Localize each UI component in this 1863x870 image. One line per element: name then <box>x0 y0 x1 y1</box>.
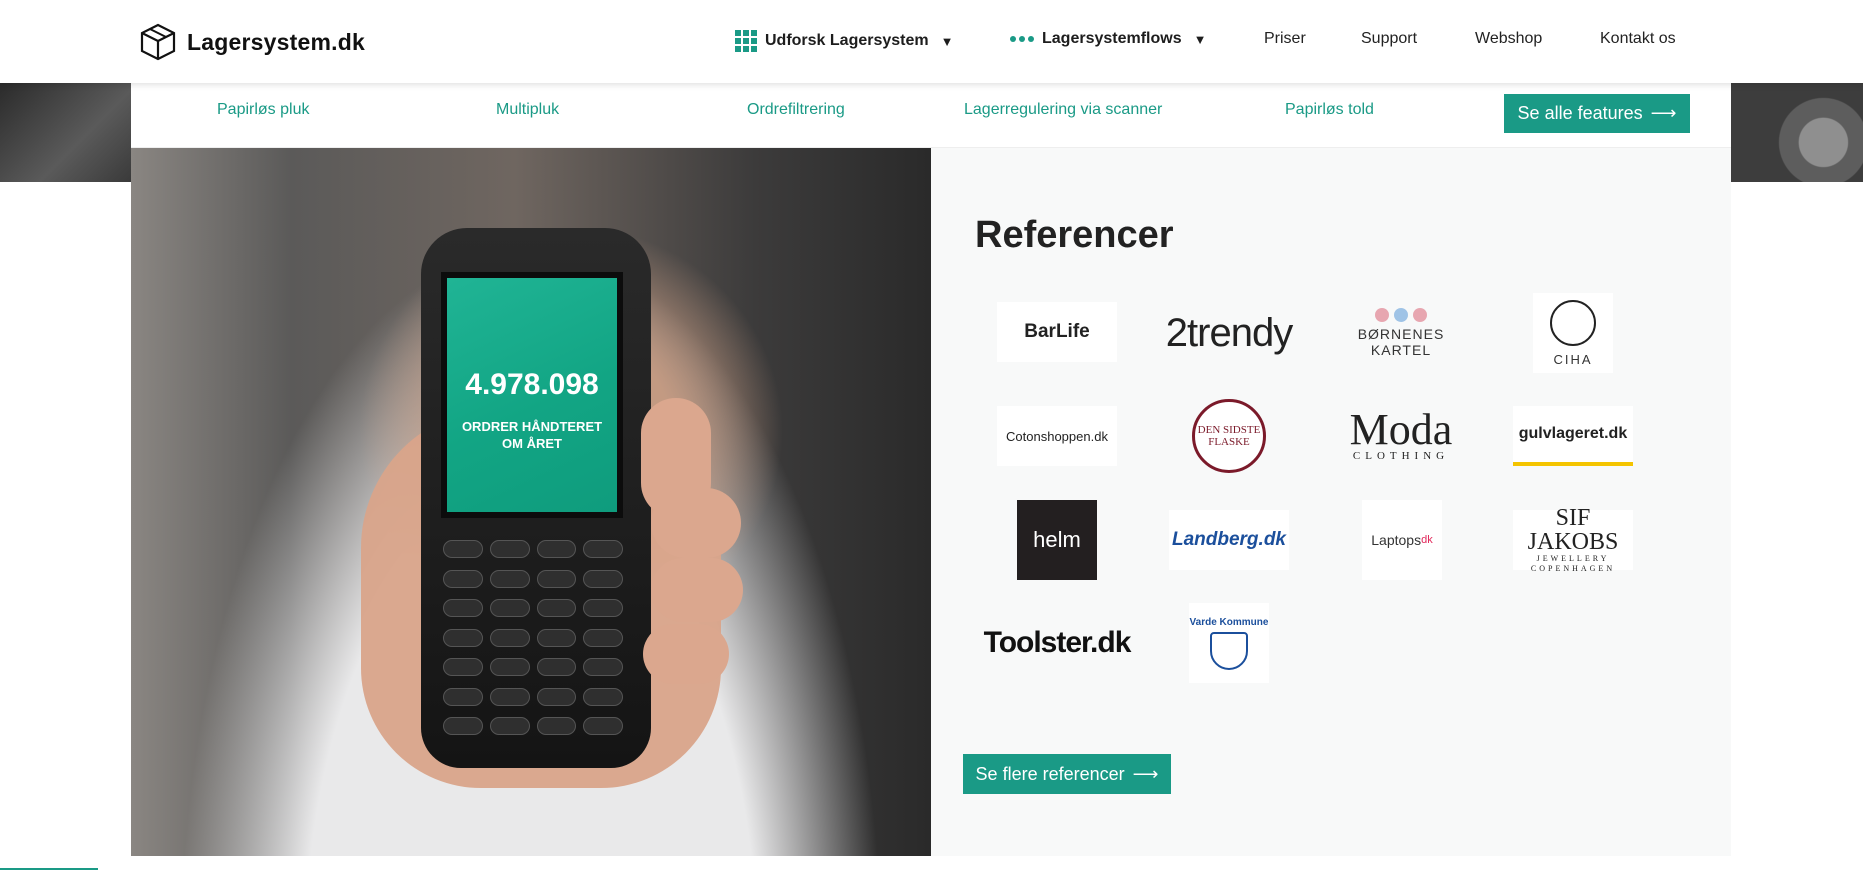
references-section: Referencer BarLife 2trendy BØRNENES KART… <box>931 148 1731 856</box>
nav-webshop[interactable]: Webshop <box>1475 30 1542 48</box>
nav-label: Kontakt os <box>1600 30 1676 47</box>
logo-toolster: Toolster.dk <box>983 626 1132 659</box>
finger-shape <box>651 558 743 622</box>
logo-cotonshoppen: Cotonshoppen.dk <box>997 406 1117 466</box>
feature-link[interactable]: Multipluk <box>496 101 559 119</box>
finger-shape <box>651 488 741 558</box>
nav-lagersystemflows[interactable]: Lagersystemflows ▼ <box>1010 30 1206 48</box>
logo-text: BØRNENES KARTEL <box>1357 326 1445 358</box>
crest-icon <box>1210 631 1248 670</box>
scanner-screen: 4.978.098 ORDRER HÅNDTERET OM ÅRET <box>441 272 623 518</box>
logo-landberg: Landberg.dk <box>1169 510 1289 570</box>
bird-icon <box>1550 299 1596 346</box>
logo-subtext: CLOTHING <box>1352 450 1450 462</box>
logo-subtext: JEWELLERY COPENHAGEN <box>1530 554 1616 573</box>
logo-helm: helm <box>1017 500 1097 580</box>
orders-count: 4.978.098 <box>465 368 599 401</box>
references-title: Referencer <box>975 214 1174 256</box>
logo-text: Lagersystem.dk <box>187 28 365 55</box>
arrow-right-icon: ⟶ <box>1650 103 1677 123</box>
logo-barlife: BarLife <box>997 302 1117 362</box>
logo-laptops: Laptops dk <box>1362 500 1442 580</box>
feature-bar: Papirløs pluk Multipluk Ordrefiltrering … <box>131 83 1731 148</box>
logo-gulvlageret: gulvlageret.dk <box>1513 406 1633 466</box>
dots-icon <box>1010 36 1034 42</box>
site-header: Lagersystem.dk Udforsk Lagersystem ▼ Lag… <box>0 0 1863 83</box>
nav-label: Lagersystemflows <box>1042 30 1182 47</box>
logo-text: Laptops <box>1371 532 1422 548</box>
logo-den-sidste-flaske: DEN SIDSTE FLASKE <box>1192 399 1266 473</box>
grid-icon <box>735 30 757 52</box>
logo-2trendy: 2trendy <box>1165 310 1293 355</box>
feature-link[interactable]: Ordrefiltrering <box>747 101 845 119</box>
nav-label: Support <box>1361 30 1418 47</box>
finger-shape <box>643 624 729 684</box>
nav-kontakt[interactable]: Kontakt os <box>1600 30 1676 48</box>
kids-icon <box>1375 308 1427 322</box>
scanner-device: 4.978.098 ORDRER HÅNDTERET OM ÅRET <box>421 228 651 768</box>
arrow-right-icon: ⟶ <box>1132 763 1159 784</box>
box-icon <box>140 23 176 61</box>
logo-text: SIF JAKOBS <box>1527 505 1619 555</box>
feature-link[interactable]: Papirløs told <box>1285 101 1374 119</box>
hero-image: 4.978.098 ORDRER HÅNDTERET OM ÅRET <box>131 148 931 856</box>
logo-text: CIHA <box>1553 351 1593 367</box>
page: Lagersystem.dk Udforsk Lagersystem ▼ Lag… <box>0 0 1863 870</box>
nav-priser[interactable]: Priser <box>1264 30 1306 48</box>
see-all-features-button[interactable]: Se alle features ⟶ <box>1504 94 1690 133</box>
nav-support[interactable]: Support <box>1361 30 1417 48</box>
nav-label: Priser <box>1264 30 1306 47</box>
nav-label: Webshop <box>1475 30 1543 47</box>
site-logo[interactable]: Lagersystem.dk <box>139 22 365 62</box>
orders-label: ORDRER HÅNDTERET OM ÅRET <box>461 419 603 451</box>
background-image-left <box>0 83 131 182</box>
chevron-down-icon: ▼ <box>940 33 954 49</box>
logo-subtext: dk <box>1421 534 1433 546</box>
logo-bornenes-kartel: BØRNENES KARTEL <box>1341 298 1461 368</box>
button-label: Se alle features <box>1517 103 1643 123</box>
background-image-right <box>1731 83 1863 182</box>
logo-text: Varde Kommune <box>1189 616 1269 628</box>
logo-varde-kommune: Varde Kommune <box>1189 603 1269 683</box>
chevron-down-icon: ▼ <box>1193 31 1207 47</box>
logo-sif-jakobs: SIF JAKOBS JEWELLERY COPENHAGEN <box>1513 506 1633 573</box>
nav-udforsk[interactable]: Udforsk Lagersystem ▼ <box>735 30 954 52</box>
see-more-references-button[interactable]: Se flere referencer ⟶ <box>963 754 1171 794</box>
feature-link[interactable]: Papirløs pluk <box>217 101 309 119</box>
logo-ciha: CIHA <box>1533 293 1613 373</box>
logo-dmoda: Moda CLOTHING <box>1341 406 1461 466</box>
feature-link[interactable]: Lagerregulering via scanner <box>964 101 1162 119</box>
scanner-keypad <box>443 540 623 740</box>
logo-text: Moda <box>1349 405 1453 454</box>
button-label: Se flere referencer <box>975 763 1125 784</box>
nav-label: Udforsk Lagersystem <box>765 32 929 49</box>
